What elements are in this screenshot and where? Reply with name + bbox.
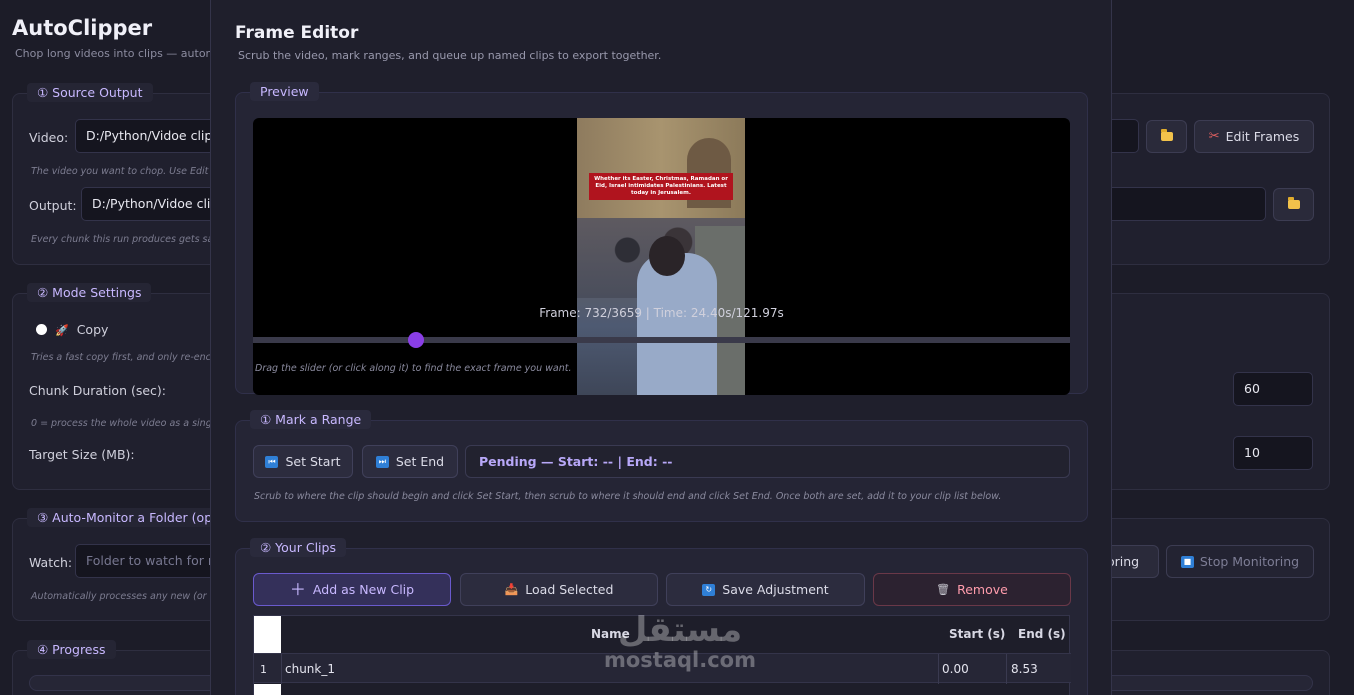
table-corner	[254, 616, 281, 653]
copy-option[interactable]: 🚀 Copy	[55, 322, 108, 337]
save-adjustment-button[interactable]: ↻ Save Adjustment	[666, 573, 865, 606]
remove-clip-button[interactable]: 🗑 Remove	[873, 573, 1071, 606]
set-start-button[interactable]: ⏮ Set Start	[253, 445, 353, 478]
video-path-input-end[interactable]	[1111, 119, 1139, 153]
chunk-duration-label: Chunk Duration (sec):	[29, 383, 167, 398]
preview-title: Preview	[250, 82, 319, 101]
stop-monitoring-button[interactable]: ■ Stop Monitoring	[1166, 545, 1314, 578]
mark-range-title: ① Mark a Range	[250, 410, 372, 429]
folder-icon	[1287, 197, 1300, 209]
preview-panel: Preview Whether its Easter, Christmas, R…	[235, 82, 1088, 395]
video-label: Video:	[29, 130, 69, 145]
clip-name-cell[interactable]: chunk_1	[285, 662, 335, 676]
column-divider	[1006, 654, 1007, 684]
edit-frames-label: Edit Frames	[1225, 129, 1300, 144]
slider-hint: Drag the slider (or click along it) to f…	[255, 363, 572, 374]
stop-icon: ■	[1180, 555, 1194, 568]
column-divider	[281, 654, 282, 684]
video-hint: The video you want to chop. Use Edit i	[31, 166, 214, 177]
add-clip-label: Add as New Clip	[312, 582, 415, 597]
dialog-title: Frame Editor	[235, 23, 359, 43]
output-hint: Every chunk this run produces gets sav	[31, 234, 219, 245]
rocket-icon: 🚀	[55, 324, 69, 337]
scissors-icon: ✂	[1208, 129, 1220, 144]
refresh-icon: ↻	[702, 583, 716, 596]
set-end-button[interactable]: ⏭ Set End	[362, 445, 458, 478]
video-path-input[interactable]: D:/Python/Vidoe clipp	[75, 119, 225, 153]
load-selected-button[interactable]: 📥 Load Selected	[460, 573, 658, 606]
skip-forward-icon: ⏭	[375, 455, 389, 468]
column-header-end[interactable]: End (s)	[1018, 627, 1066, 641]
remove-label: Remove	[957, 582, 1008, 597]
pending-range-status: Pending — Start: -- | End: --	[465, 445, 1070, 478]
frame-head	[649, 236, 685, 276]
dialog-subtitle: Scrub the video, mark ranges, and queue …	[238, 49, 662, 62]
browse-video-button[interactable]	[1146, 120, 1187, 153]
source-output-title: ① Source Output	[27, 83, 153, 102]
video-frame: Whether its Easter, Christmas, Ramadan o…	[577, 118, 745, 395]
app-subtitle: Chop long videos into clips — autom	[15, 47, 217, 60]
set-end-label: Set End	[395, 454, 445, 469]
watch-label: Watch:	[29, 555, 73, 570]
frame-slider[interactable]	[253, 332, 1070, 348]
watch-folder-input[interactable]: Folder to watch for ne	[75, 544, 225, 578]
chunk-duration-input[interactable]: 60	[1233, 372, 1313, 406]
auto-monitor-title: ③ Auto-Monitor a Folder (op	[27, 508, 223, 527]
frame-officer	[637, 253, 717, 395]
mode-settings-title: ② Mode Settings	[27, 283, 152, 302]
folder-icon	[1160, 129, 1173, 141]
app-title: AutoClipper	[12, 16, 153, 40]
mark-range-panel: ① Mark a Range ⏮ Set Start ⏭ Set End Pen…	[235, 410, 1088, 522]
copy-radio[interactable]	[36, 324, 47, 335]
progress-title: ④ Progress	[27, 640, 116, 659]
output-path-input[interactable]: D:/Python/Vidoe clip	[81, 187, 225, 221]
plus-icon: ＋	[289, 579, 306, 599]
range-hint: Scrub to where the clip should begin and…	[254, 491, 1002, 502]
clip-start-cell[interactable]: 0.00	[942, 662, 969, 676]
target-size-label: Target Size (MB):	[29, 447, 135, 462]
column-divider	[938, 654, 939, 684]
frame-editor-dialog: Frame Editor Scrub the video, mark range…	[210, 0, 1112, 695]
clip-end-cell[interactable]: 8.53	[1011, 662, 1038, 676]
inbox-icon: 📥	[504, 583, 519, 596]
frame-info: Frame: 732/3659 | Time: 24.40s/121.97s	[539, 306, 784, 320]
video-caption: Whether its Easter, Christmas, Ramadan o…	[589, 173, 733, 200]
your-clips-title: ② Your Clips	[250, 538, 346, 557]
add-clip-button[interactable]: ＋ Add as New Clip	[253, 573, 451, 606]
video-preview: Whether its Easter, Christmas, Ramadan o…	[253, 118, 1070, 395]
browse-output-button[interactable]	[1273, 188, 1314, 221]
column-header-start[interactable]: Start (s)	[949, 627, 1005, 641]
copy-hint: Tries a fast copy first, and only re-enc…	[31, 352, 217, 363]
watch-hint: Automatically processes any new (or n	[31, 591, 216, 602]
target-size-input[interactable]: 10	[1233, 436, 1313, 470]
trash-icon: 🗑	[936, 583, 951, 596]
stop-monitoring-label: Stop Monitoring	[1199, 554, 1300, 569]
watermark-arabic: مستقل	[617, 610, 743, 650]
output-label: Output:	[29, 198, 77, 213]
output-path-input-end[interactable]	[1111, 187, 1266, 221]
skip-back-icon: ⏮	[265, 455, 279, 468]
chunk-hint: 0 = process the whole video as a singl	[31, 418, 215, 429]
row-number: 1	[260, 663, 267, 676]
set-start-label: Set Start	[285, 454, 341, 469]
slider-fill	[253, 337, 417, 343]
watermark-latin: mostaql.com	[604, 648, 756, 672]
save-adjustment-label: Save Adjustment	[722, 582, 829, 597]
edit-frames-button[interactable]: ✂ Edit Frames	[1194, 120, 1314, 153]
watermark-logo: مستقل mostaql.com	[595, 612, 765, 672]
row-header	[254, 684, 281, 695]
slider-handle[interactable]	[408, 332, 425, 348]
load-selected-label: Load Selected	[525, 582, 614, 597]
copy-label: Copy	[76, 322, 109, 337]
